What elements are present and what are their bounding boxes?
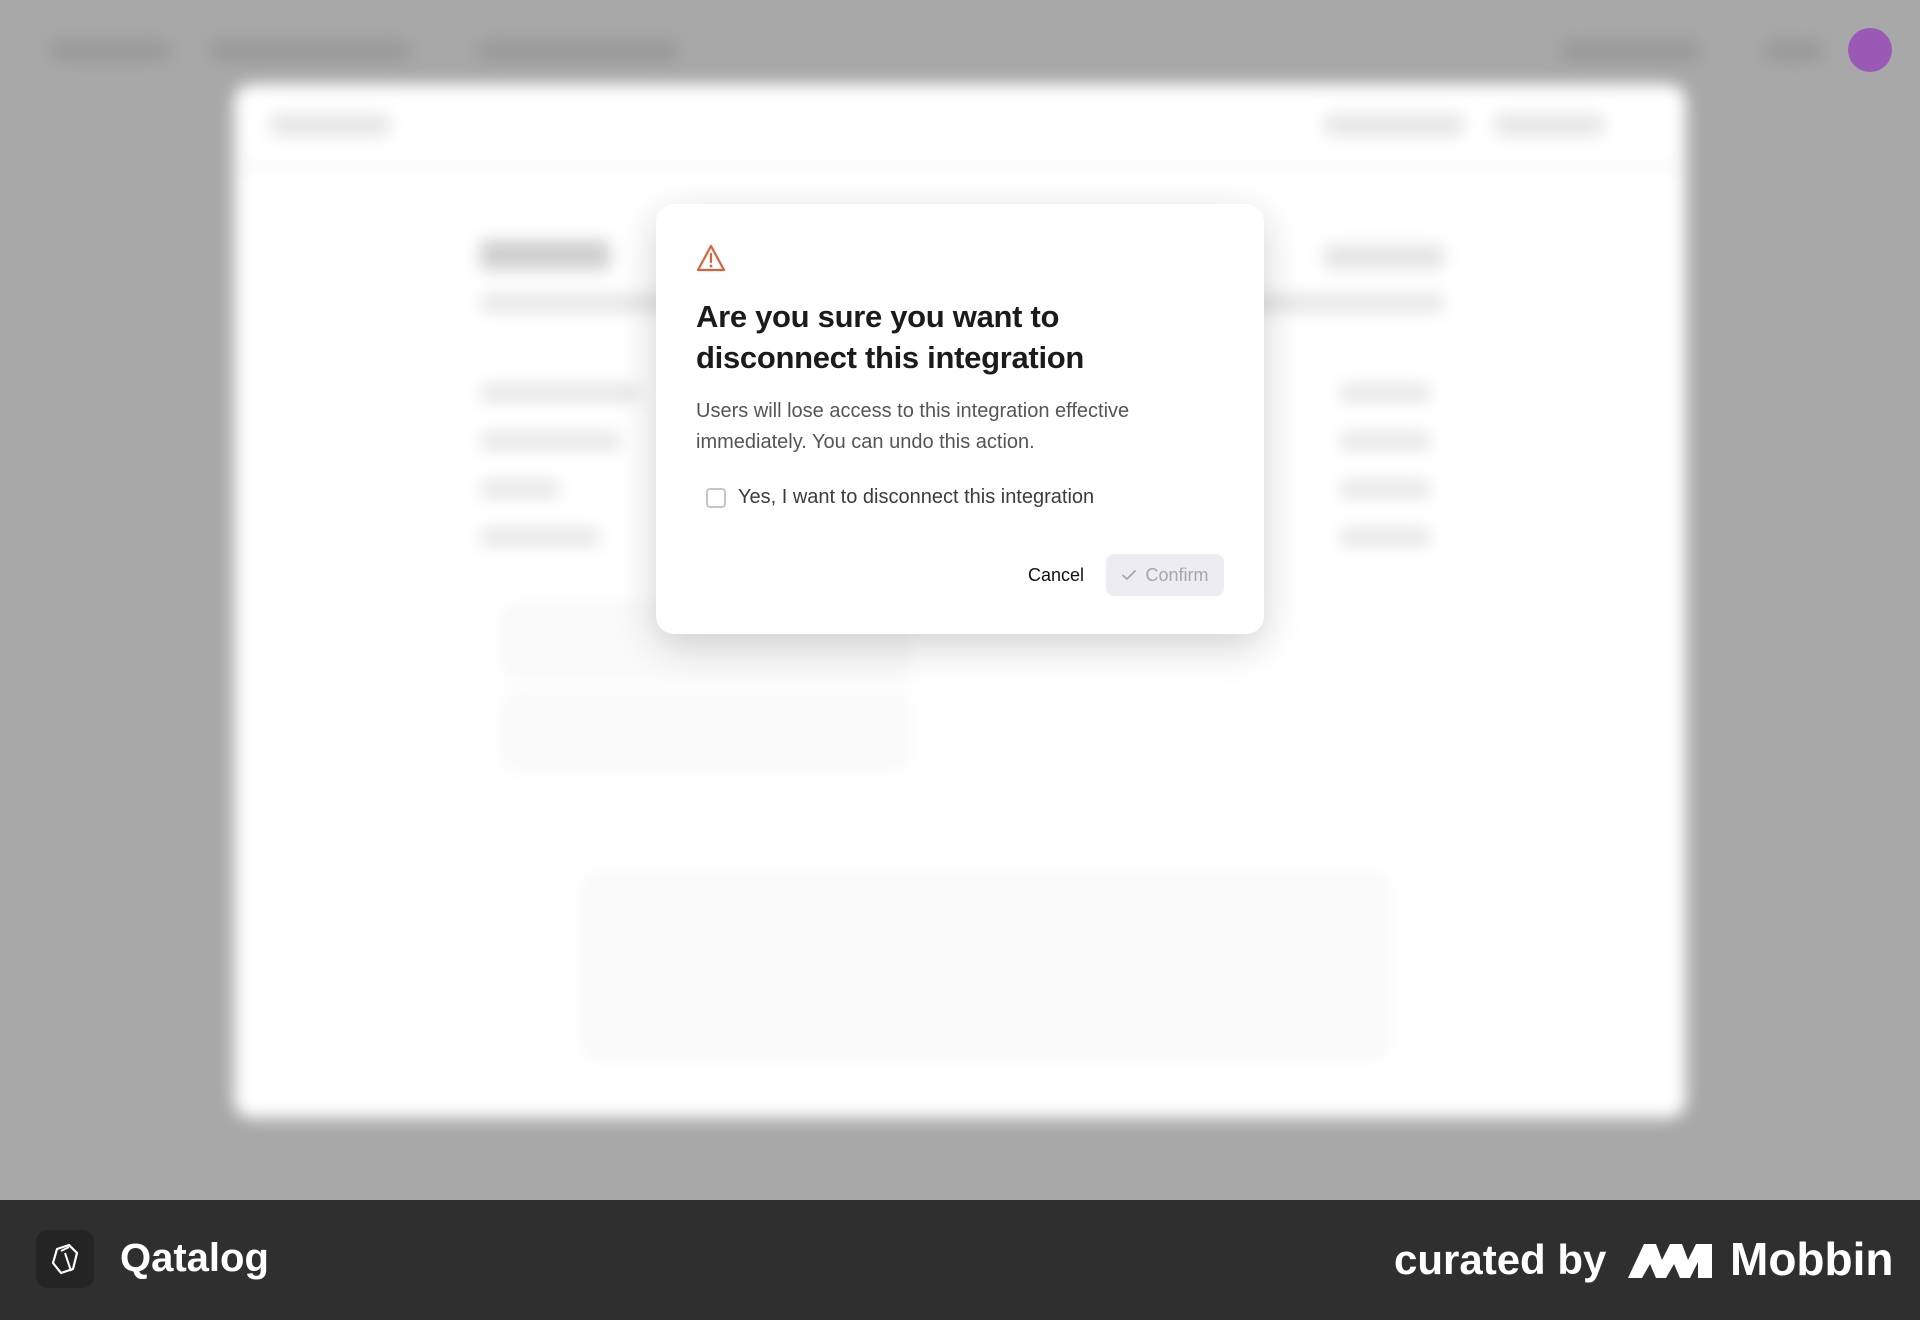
brand-name: Mobbin: [1730, 1233, 1894, 1285]
warning-triangle-icon: [696, 244, 726, 272]
footer-bar: Qatalog curated by Mobbin: [0, 1200, 1920, 1320]
dialog-title: Are you sure you want to disconnect this…: [696, 299, 1085, 375]
mobbin-logo-icon: [1628, 1244, 1712, 1278]
cancel-button[interactable]: Cancel: [998, 554, 1114, 596]
dialog-description: Users will lose access to this integrati…: [696, 400, 1130, 453]
qatalog-logo-icon: [36, 1230, 94, 1288]
confirm-checkbox[interactable]: [706, 487, 726, 508]
check-icon: [1122, 570, 1137, 580]
app-name: Qatalog: [120, 1236, 269, 1280]
confirm-checkbox-label[interactable]: Yes, I want to disconnect this integrati…: [738, 486, 1094, 509]
confirm-button-label: Confirm: [1145, 564, 1209, 585]
qatalog-mark-icon: [51, 1243, 79, 1275]
curated-by-text: curated by: [1394, 1236, 1607, 1283]
confirm-button[interactable]: Confirm: [1106, 554, 1224, 596]
disconnect-dialog: Are you sure you want to disconnect this…: [656, 204, 1264, 634]
confirm-checkbox-row[interactable]: Yes, I want to disconnect this integrati…: [706, 486, 1094, 509]
